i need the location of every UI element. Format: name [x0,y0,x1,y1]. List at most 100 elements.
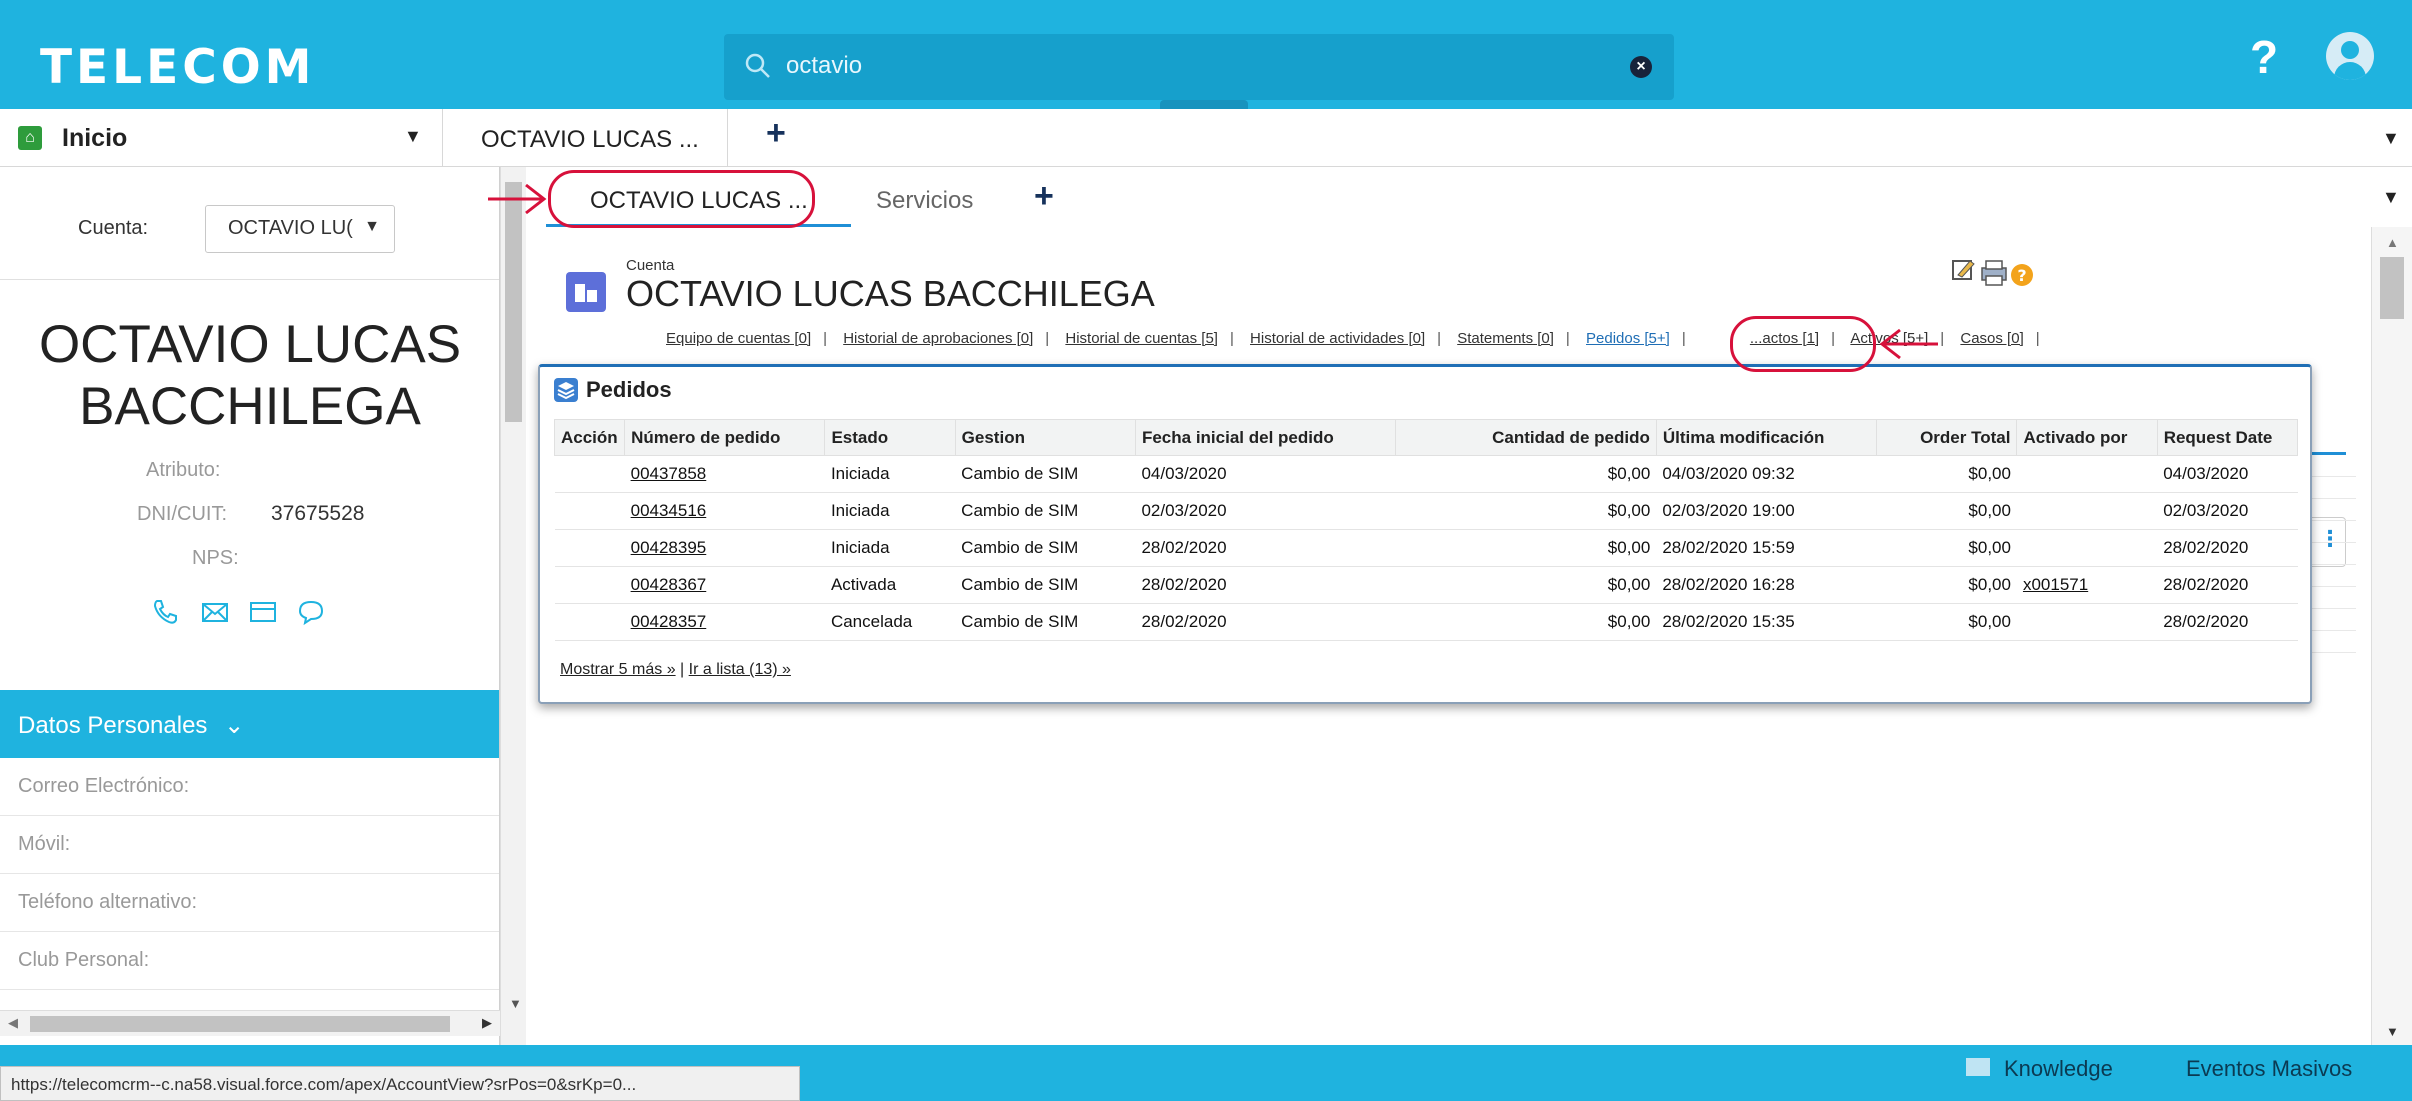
left-panel-horizontal-scrollbar[interactable]: ◀ ▶ [0,1010,500,1036]
table-cell: 28/02/2020 [2157,603,2298,641]
edit-layout-icon[interactable] [1952,260,1975,280]
left-panel-vertical-scrollbar[interactable]: ▼ [500,167,526,1045]
tab-inicio[interactable]: ⌂ Inicio ▼ [0,109,443,167]
telecom-logo[interactable]: TELECOM [40,40,315,95]
scrollbar-thumb[interactable] [2380,257,2404,319]
table-cell [2016,492,2158,530]
tab-overflow-chevron-icon[interactable]: ▼ [2382,128,2400,149]
pedidos-footer: Mostrar 5 más » | Ir a lista (13) » [560,661,791,679]
account-name-heading: OCTAVIO LUCAS BACCHILEGA [0,314,499,438]
book-icon[interactable] [1966,1058,1990,1076]
link-equipo-de-cuentas[interactable]: Equipo de cuentas [0] [666,330,811,347]
table-cell: Activada [824,566,956,604]
help-for-page-icon[interactable]: ? [2011,264,2033,286]
cuenta-select[interactable]: OCTAVIO LU( ▼ [205,205,395,253]
phone-icon[interactable] [150,597,180,627]
scroll-left-icon[interactable]: ◀ [8,1015,18,1031]
link-casos[interactable]: Casos [0] [1960,330,2023,347]
link-historial-de-actividades[interactable]: Historial de actividades [0] [1250,330,1425,347]
table-cell: 28/02/2020 [1135,529,1396,567]
scroll-down-icon[interactable]: ▼ [2386,1024,2399,1039]
top-header: TELECOM octavio × ? [0,0,2412,110]
account-name-line2: BACCHILEGA [79,377,421,436]
atributo-label: Atributo: [146,459,221,481]
link-historial-de-cuentas[interactable]: Historial de cuentas [5] [1065,330,1218,347]
order-number-link[interactable]: 00428367 [624,566,825,604]
search-input[interactable]: octavio [786,52,862,80]
chat-icon[interactable] [296,597,326,627]
column-header[interactable]: Número de pedido [624,419,826,456]
subtab-overflow-chevron-icon[interactable]: ▼ [2382,187,2400,208]
order-number-link[interactable]: 00428357 [624,603,825,641]
pedidos-title: Pedidos [586,377,672,402]
order-number-link[interactable]: 00428395 [624,529,825,567]
datos-personales-section-header[interactable]: Datos Personales ⌄ [0,690,499,758]
account-name-line1: OCTAVIO LUCAS [38,315,462,374]
table-cell: $0,00 [1876,529,2017,567]
subtab-servicios[interactable]: Servicios [876,187,973,215]
table-cell [554,603,625,641]
account-type-label: Cuenta [626,257,675,274]
table-cell: 02/03/2020 19:00 [1656,492,1877,530]
help-icon[interactable]: ? [2250,30,2278,84]
activated-by-link[interactable]: x001571 [2016,566,2158,604]
divider [0,279,499,280]
link-historial-de-aprobaciones[interactable]: Historial de aprobaciones [0] [843,330,1033,347]
link-statements[interactable]: Statements [0] [1457,330,1554,347]
cuenta-label: Cuenta: [78,217,149,239]
scroll-up-icon[interactable]: ▲ [2386,235,2399,250]
content-vertical-scrollbar[interactable]: ▲ ▼ [2371,227,2412,1045]
show-more-link[interactable]: Mostrar 5 más » [560,661,676,678]
table-cell: 28/02/2020 [1135,566,1396,604]
datos-personales-title: Datos Personales [18,712,208,739]
email-icon[interactable] [200,597,230,627]
table-cell: Cambio de SIM [955,529,1136,567]
column-header[interactable]: Gestion [954,419,1136,456]
column-header[interactable]: Acción [553,419,626,456]
pedidos-hover-popup: Pedidos Acción Número de pedido Estado Gest… [538,364,2312,704]
eventos-masivos-button[interactable]: Eventos Masivos [2186,1056,2352,1082]
column-header[interactable]: Fecha inicial del pedido [1134,419,1397,456]
column-header[interactable]: Última modificación [1655,419,1878,456]
go-to-list-link[interactable]: Ir a lista (13) » [689,661,791,678]
user-avatar-icon[interactable] [2326,32,2374,80]
knowledge-button[interactable]: Knowledge [2004,1056,2113,1082]
add-tab-icon[interactable]: + [766,114,786,153]
link-pedidos[interactable]: Pedidos [5+] [1586,330,1670,347]
scroll-down-icon[interactable]: ▼ [509,996,522,1011]
svg-text:?: ? [2017,266,2026,285]
column-header[interactable]: Request Date [2156,419,2299,456]
nps-label: NPS: [192,547,239,569]
table-row[interactable]: 00428395 Iniciada Cambio de SIM 28/02/2020 $… [554,529,2298,567]
column-header[interactable]: Order Total [1876,419,2018,456]
order-number-link[interactable]: 00434516 [624,492,825,530]
global-search-bar[interactable]: octavio × [724,34,1674,100]
club-personal-label: Club Personal: [18,949,150,971]
table-row[interactable]: 00428367 Activada Cambio de SIM 28/02/2020 $… [554,566,2298,604]
print-icon[interactable] [1981,260,2007,286]
scroll-right-icon[interactable]: ▶ [482,1015,492,1031]
clear-search-icon[interactable]: × [1630,56,1652,78]
column-header[interactable]: Estado [824,419,956,456]
table-row[interactable]: 00434516 Iniciada Cambio de SIM 02/03/2020 $… [554,492,2298,530]
scrollbar-thumb[interactable] [30,1016,450,1032]
table-row[interactable]: 00437858 Iniciada Cambio de SIM 04/03/2020 $… [554,455,2298,493]
table-cell: $0,00 [1876,492,2017,530]
cuenta-select-value: OCTAVIO LU( [228,217,353,239]
table-cell: 02/03/2020 [1135,492,1396,530]
order-number-link[interactable]: 00437858 [624,455,825,493]
add-subtab-icon[interactable]: + [1034,177,1054,216]
table-cell: 28/02/2020 15:35 [1656,603,1877,641]
tab-octavio-lucas[interactable]: OCTAVIO LUCAS ... [443,109,728,167]
chevron-down-icon: ⌄ [224,712,245,739]
table-row[interactable]: 00428357 Cancelada Cambio de SIM 28/02/2020… [554,603,2298,641]
column-header[interactable]: Cantidad de pedido [1395,419,1657,456]
chevron-down-icon[interactable]: ▼ [404,126,422,147]
account-highlights-panel: Cuenta: OCTAVIO LU( ▼ OCTAVIO LUCAS BACC… [0,167,500,1045]
movil-field: Móvil: [0,816,499,874]
table-cell: Iniciada [824,455,956,493]
table-cell: 28/02/2020 [2157,566,2298,604]
card-icon[interactable] [248,597,278,627]
column-header[interactable]: Activado por [2016,419,2158,456]
telefono-alternativo-label: Teléfono alternativo: [18,891,198,913]
